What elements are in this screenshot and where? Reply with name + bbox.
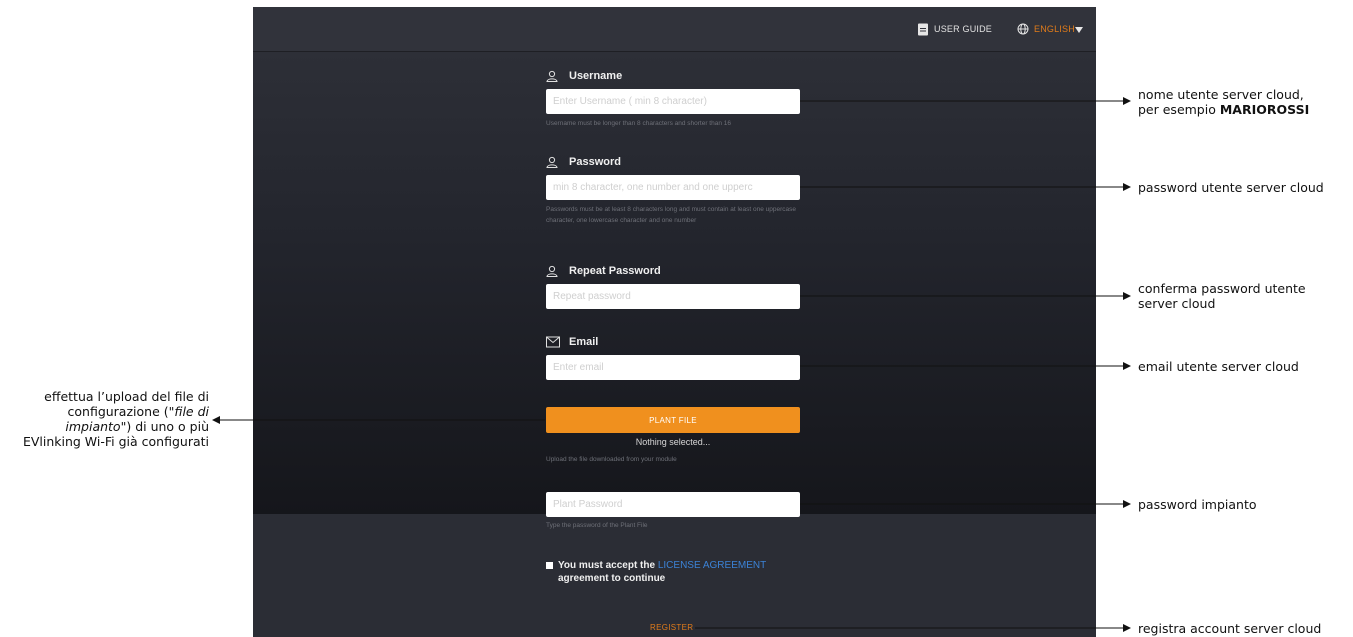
user-icon [546, 265, 558, 277]
annotation-repeat-line2: server cloud [1138, 296, 1216, 311]
password-hint: Passwords must be at least 8 characters … [546, 206, 797, 224]
annotation-upload-line2-italic: file di [174, 404, 209, 419]
annotation-username-example: MARIOROSSI [1219, 102, 1310, 117]
annotation-username: nome utente server cloud, per esempio MA… [1138, 87, 1309, 117]
annotation-email: email utente server cloud [1138, 359, 1299, 374]
annotation-password: password utente server cloud [1138, 180, 1324, 195]
envelope-icon [546, 336, 560, 348]
annotation-upload: effettua l’upload del file di configuraz… [0, 389, 209, 449]
plant-file-button[interactable]: PLANT FILE [546, 407, 800, 433]
repeat-password-label: Repeat Password [569, 265, 661, 277]
annotation-repeat-password: conferma password utente server cloud [1138, 281, 1306, 311]
annotation-repeat-line1: conferma password utente [1138, 281, 1306, 296]
register-button[interactable]: REGISTER [650, 623, 693, 632]
email-label: Email [569, 336, 599, 348]
annotation-upload-line3: ") di uno o più [120, 419, 209, 434]
username-hint: Username must be longer than 8 character… [546, 120, 731, 127]
top-bar: USER GUIDE ENGLISH [253, 7, 1096, 52]
license-prefix: You must accept the [558, 560, 656, 571]
username-label: Username [569, 70, 623, 82]
annotation-upload-line4: EVlinking Wi-Fi già configurati [22, 434, 209, 449]
annotation-username-line2: per esempio [1138, 102, 1216, 117]
caret-down-icon[interactable] [1075, 27, 1083, 33]
license-text: You must accept the LICENSE AGREEMENT ag… [558, 559, 798, 585]
document-icon [918, 23, 928, 36]
email-input[interactable] [546, 355, 800, 380]
annotation-register: registra account server cloud [1138, 621, 1322, 636]
plant-password-hint: Type the password of the Plant File [546, 522, 648, 529]
plant-password-input[interactable] [546, 492, 800, 517]
annotation-username-line1: nome utente server cloud, [1138, 87, 1304, 102]
username-input[interactable] [546, 89, 800, 114]
password-input[interactable] [546, 175, 800, 200]
annotation-upload-line1: effettua l’upload del file di [44, 389, 209, 404]
repeat-password-input[interactable] [546, 284, 800, 309]
user-icon [546, 156, 558, 168]
language-selector[interactable]: ENGLISH [1034, 24, 1075, 34]
globe-icon [1017, 23, 1029, 35]
license-suffix: agreement to continue [558, 573, 666, 584]
user-guide-link[interactable]: USER GUIDE [934, 24, 992, 34]
app-window: USER GUIDE ENGLISH Username Username mus… [253, 7, 1096, 637]
password-label: Password [569, 156, 621, 168]
annotation-plant-password: password impianto [1138, 497, 1257, 512]
file-status: Nothing selected... [635, 437, 711, 447]
user-icon [546, 70, 558, 82]
annotation-upload-line3-italic: impianto [65, 419, 121, 434]
plant-file-hint: Upload the file downloaded from your mod… [546, 456, 677, 463]
license-agreement-link[interactable]: LICENSE AGREEMENT [658, 560, 766, 571]
annotation-upload-line2: configurazione (" [67, 404, 175, 419]
license-checkbox[interactable] [546, 562, 553, 569]
